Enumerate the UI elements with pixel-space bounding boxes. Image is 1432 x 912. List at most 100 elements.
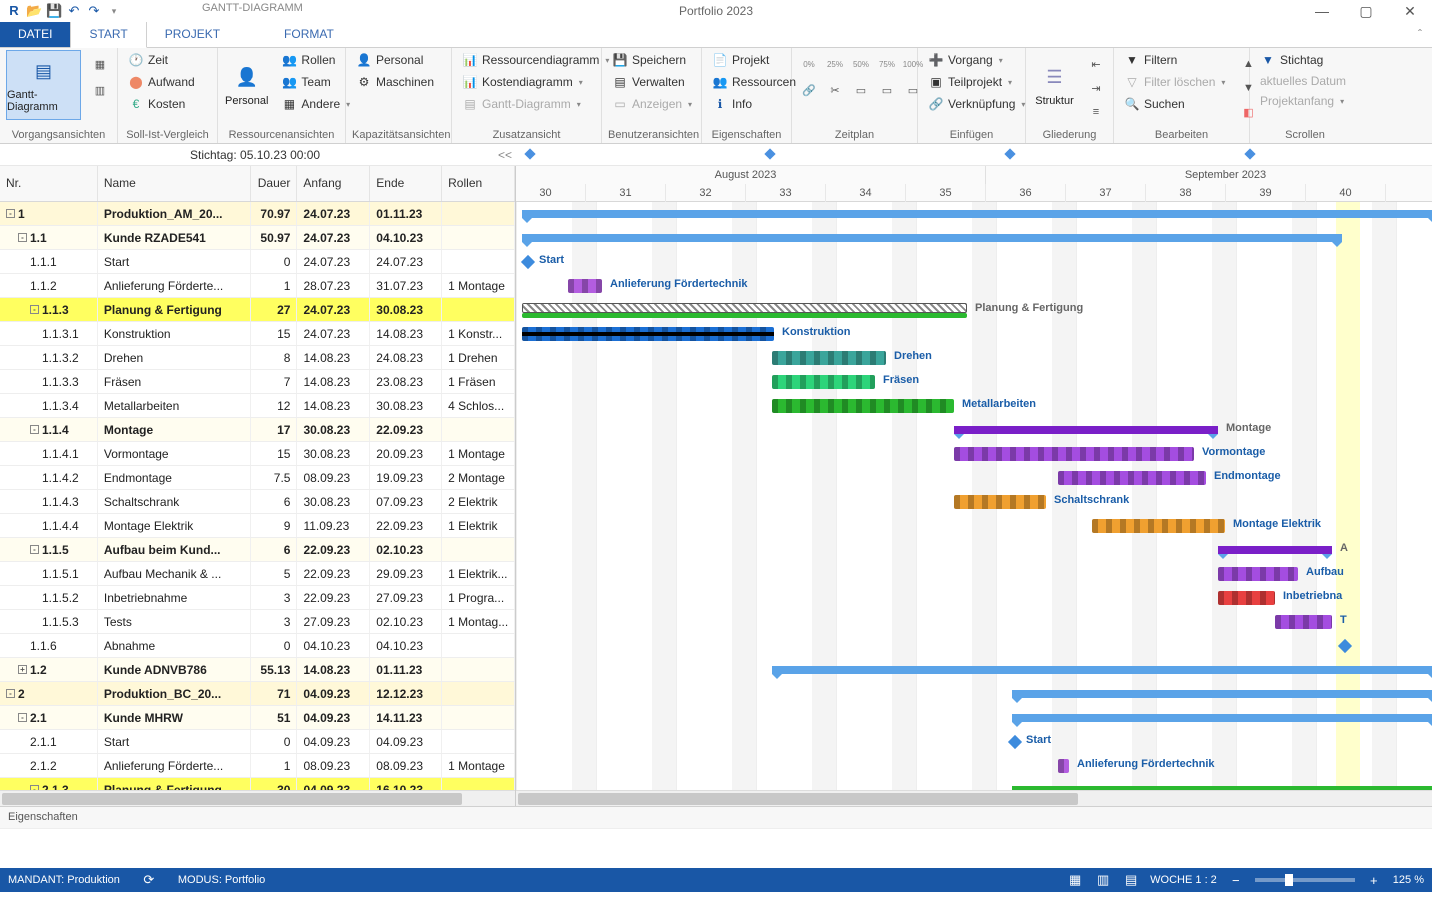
gantt-bar[interactable] [772,351,886,365]
gantt-row[interactable]: Inbetriebna [516,586,1432,610]
undo-icon[interactable]: ↶ [66,3,82,19]
expand-icon[interactable]: + [18,665,27,674]
team-button[interactable]: 👥Team [277,72,354,92]
gantt-bar[interactable] [1058,759,1069,773]
grid-hscroll[interactable] [0,790,515,806]
collapse-ribbon-icon[interactable]: ˆ [1408,21,1432,47]
minimize-button[interactable]: — [1300,0,1344,22]
verwalten-button[interactable]: ▤Verwalten [608,72,696,92]
zp-25[interactable]: 25% [824,54,846,74]
zeit-button[interactable]: 🕐Zeit [124,50,199,70]
level-icon[interactable]: ≡ [1085,102,1107,122]
projektanfang-button[interactable]: Projektanfang▾ [1256,92,1350,110]
table-row[interactable]: 1.1.5.3Tests327.09.2302.10.231 Montag... [0,610,515,634]
gantt-bar[interactable] [1058,471,1206,485]
table-row[interactable]: -1.1.5Aufbau beim Kund...622.09.2302.10.… [0,538,515,562]
gantt-row[interactable]: Montage [516,418,1432,442]
gantt-row[interactable]: Konstruktion [516,322,1432,346]
table-row[interactable]: 1.1.4.1Vormontage1530.08.2320.09.231 Mon… [0,442,515,466]
expand-icon[interactable]: - [6,209,15,218]
scroll-back-button[interactable]: << [498,148,512,162]
gantt-bar[interactable] [954,495,1046,509]
resdiag-button[interactable]: 📊Ressourcendiagramm▾ [458,50,613,70]
zp-75[interactable]: 75% [876,54,898,74]
zp-b[interactable]: ▭ [876,80,898,100]
gantt-bar[interactable] [772,666,1432,674]
verknuepfung-button[interactable]: 🔗Verknüpfung▾ [924,94,1029,114]
tab-datei[interactable]: DATEI [0,21,70,47]
table-row[interactable]: 1.1.2Anlieferung Förderte...128.07.2331.… [0,274,515,298]
gantt-bar[interactable] [1338,639,1352,653]
expand-icon[interactable]: - [6,689,15,698]
gantt-bar[interactable] [1218,546,1332,554]
projekt-button[interactable]: 📄Projekt [708,50,800,70]
gantt-row[interactable] [516,706,1432,730]
gantt-row[interactable]: Schaltschrank [516,490,1432,514]
col-dauer[interactable]: Dauer [251,166,298,201]
teilprojekt-button[interactable]: ▣Teilprojekt▾ [924,72,1029,92]
save-icon[interactable]: 💾 [46,3,62,19]
table-row[interactable]: -2.1Kunde MHRW5104.09.2314.11.23 [0,706,515,730]
gantt-bar[interactable] [522,234,1342,242]
gantt-bar[interactable] [1218,591,1275,605]
gantt-row[interactable]: T [516,610,1432,634]
gantt-bar[interactable] [1012,690,1432,698]
expand-icon[interactable]: - [18,713,27,722]
gantt-bar[interactable] [1218,567,1298,581]
gantt-row[interactable]: Anlieferung Fördertechnik [516,754,1432,778]
open-icon[interactable]: 📂 [26,3,42,19]
gantt-row[interactable]: Start [516,730,1432,754]
view1-icon[interactable]: ▦ [1066,871,1084,889]
gantt-row[interactable]: Planung & Fertigung [516,298,1432,322]
gantt-row[interactable]: A [516,538,1432,562]
info-button[interactable]: ℹInfo [708,94,800,114]
outdent-icon[interactable]: ⇤ [1085,54,1107,74]
rollen-button[interactable]: 👥Rollen [277,50,354,70]
col-name[interactable]: Name [98,166,251,201]
zp-0[interactable]: 0% [798,54,820,74]
gantt-row[interactable]: Start [516,250,1432,274]
tab-projekt[interactable]: PROJEKT [147,21,238,47]
table-row[interactable]: -1.1.3Planung & Fertigung2724.07.2330.08… [0,298,515,322]
table-row[interactable]: 1.1.5.1Aufbau Mechanik & ...522.09.2329.… [0,562,515,586]
vorgang-button[interactable]: ➕Vorgang▾ [924,50,1029,70]
table-row[interactable]: -1.1Kunde RZADE54150.9724.07.2304.10.23 [0,226,515,250]
qat-dropdown-icon[interactable]: ▾ [106,3,122,19]
link-icon[interactable]: 🔗 [798,80,820,100]
aufwand-button[interactable]: ⬤Aufwand [124,72,199,92]
tab-start[interactable]: START [70,20,146,48]
gantt-bar[interactable] [772,399,954,413]
anzeigen-button[interactable]: ▭Anzeigen▾ [608,94,696,114]
table-row[interactable]: 2.1.2Anlieferung Förderte...108.09.2308.… [0,754,515,778]
table-row[interactable]: -1.1.4Montage1730.08.2322.09.23 [0,418,515,442]
kap-personal-button[interactable]: 👤Personal [352,50,438,70]
zoom-slider[interactable] [1255,878,1355,882]
stichtag-button[interactable]: ▼Stichtag [1256,50,1350,70]
gantt-bar[interactable] [521,255,535,269]
ressourcen-button[interactable]: 👥Ressourcen [708,72,800,92]
gantt-diagramm-button[interactable]: ▤ Gantt-Diagramm [6,50,81,120]
maximize-button[interactable]: ▢ [1344,0,1388,22]
speichern-button[interactable]: 💾Speichern [608,50,696,70]
view-icon-1[interactable]: ▦ [89,54,111,74]
table-row[interactable]: 1.1.3.1Konstruktion1524.07.2314.08.231 K… [0,322,515,346]
table-row[interactable]: -2.1.3Planung & Fertigung3004.09.2316.10… [0,778,515,790]
expand-icon[interactable]: - [30,305,39,314]
gantt-row[interactable]: Fräsen [516,370,1432,394]
struktur-button[interactable]: ☰ Struktur [1032,50,1077,120]
gantt-bar[interactable] [954,426,1218,434]
table-row[interactable]: -1Produktion_AM_20...70.9724.07.2301.11.… [0,202,515,226]
suchen-button[interactable]: 🔍Suchen [1120,94,1229,114]
view3-icon[interactable]: ▤ [1122,871,1140,889]
zp-50[interactable]: 50% [850,54,872,74]
redo-icon[interactable]: ↷ [86,3,102,19]
gantt-bar[interactable] [1012,714,1432,722]
gantt-row[interactable]: Drehen [516,346,1432,370]
kostendiag-button[interactable]: 📊Kostendiagramm▾ [458,72,613,92]
gantt-bar[interactable] [568,279,602,293]
gantt-bar[interactable] [772,375,875,389]
maschinen-button[interactable]: ⚙Maschinen [352,72,438,92]
zoom-out-button[interactable]: − [1227,871,1245,889]
kosten-button[interactable]: €Kosten [124,94,199,114]
gantt-bar[interactable] [1008,735,1022,749]
